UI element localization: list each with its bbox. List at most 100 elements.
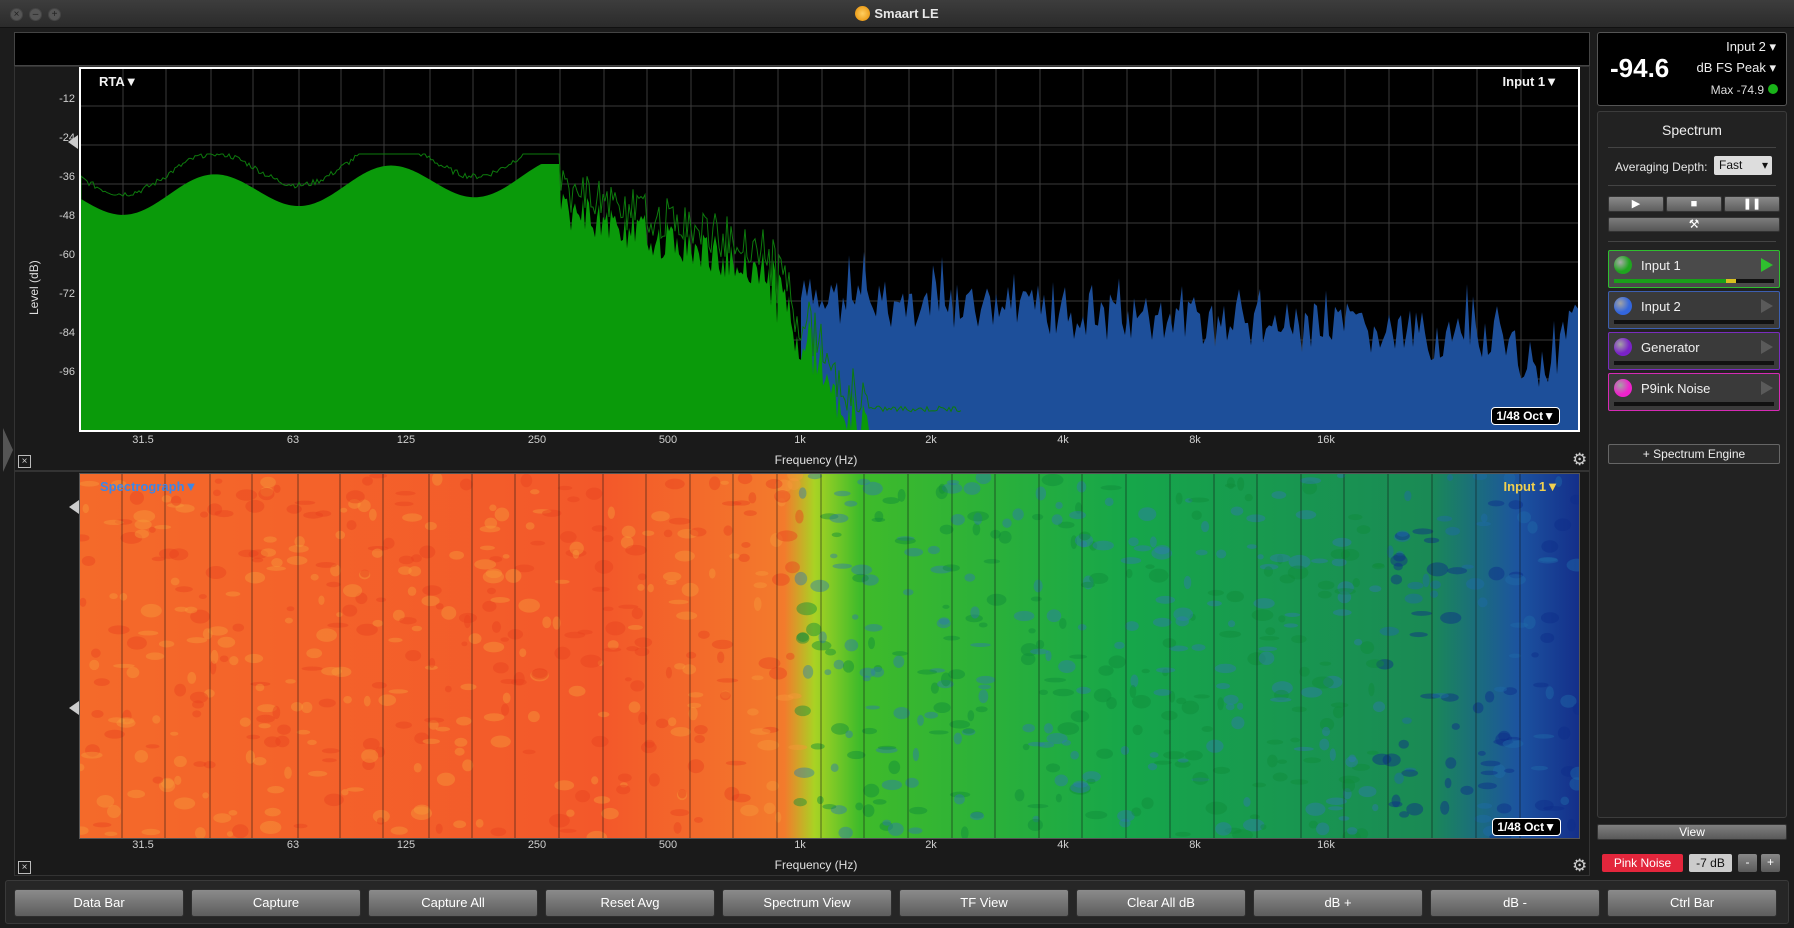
heatmap-texture bbox=[154, 524, 172, 530]
heatmap-texture bbox=[301, 666, 323, 671]
heatmap-texture bbox=[1022, 723, 1035, 733]
view-button[interactable]: View bbox=[1597, 824, 1787, 840]
heatmap-texture bbox=[170, 495, 182, 506]
averaging-select[interactable]: Fast ▾ bbox=[1714, 156, 1772, 175]
rta-plot-area[interactable]: RTA▼ Input 1▼ 1/48 Oct▼ bbox=[79, 67, 1580, 432]
meter-input-select[interactable]: Input 2 ▾ bbox=[1726, 39, 1776, 55]
spectrograph-upper-marker[interactable] bbox=[69, 500, 79, 514]
heatmap-texture bbox=[1283, 623, 1299, 628]
heatmap-texture bbox=[1346, 827, 1358, 835]
pause-button[interactable]: ❚❚ bbox=[1724, 196, 1780, 212]
heatmap-texture bbox=[1407, 581, 1424, 590]
bottom-data-bar-button[interactable]: Data Bar bbox=[14, 889, 184, 917]
heatmap-texture bbox=[677, 789, 687, 799]
heatmap-texture bbox=[1277, 759, 1288, 764]
spectrograph-plot-area[interactable]: Spectrograph▼ Input 1▼ 1/48 Oct▼ bbox=[79, 473, 1580, 839]
heatmap-texture bbox=[388, 689, 409, 694]
bottom-db-button[interactable]: dB + bbox=[1253, 889, 1423, 917]
heatmap-texture bbox=[852, 614, 859, 620]
play-button[interactable]: ▶ bbox=[1608, 196, 1664, 212]
heatmap-texture bbox=[1188, 497, 1210, 503]
spectrum-engine-generator[interactable]: Generator bbox=[1608, 332, 1780, 370]
heatmap-texture bbox=[621, 525, 636, 538]
heatmap-texture bbox=[371, 548, 384, 558]
heatmap-texture bbox=[711, 639, 734, 650]
heatmap-texture bbox=[793, 767, 815, 778]
engine-name: Input 2 bbox=[1641, 299, 1681, 314]
gear-icon[interactable]: ⚙ bbox=[1572, 856, 1587, 876]
heatmap-texture bbox=[1530, 765, 1548, 771]
bottom-reset-avg-button[interactable]: Reset Avg bbox=[545, 889, 715, 917]
spectrum-engine-input-1[interactable]: Input 1 bbox=[1608, 250, 1780, 288]
rta-resolution-selector[interactable]: 1/48 Oct▼ bbox=[1491, 407, 1560, 425]
heatmap-texture bbox=[624, 677, 632, 682]
heatmap-texture bbox=[483, 641, 505, 653]
heatmap-texture bbox=[1183, 575, 1192, 590]
heatmap-texture bbox=[905, 777, 919, 788]
heatmap-texture bbox=[80, 480, 100, 487]
gear-icon[interactable]: ⚙ bbox=[1572, 450, 1587, 470]
close-pane-icon[interactable]: × bbox=[18, 455, 31, 468]
heatmap-texture bbox=[173, 755, 187, 768]
heatmap-texture bbox=[708, 568, 716, 579]
add-spectrum-engine-button[interactable]: + Spectrum Engine bbox=[1608, 444, 1780, 464]
heatmap-texture bbox=[372, 619, 384, 627]
heatmap-texture bbox=[950, 513, 965, 526]
bottom-spectrum-view-button[interactable]: Spectrum View bbox=[722, 889, 892, 917]
bottom-capture-all-button[interactable]: Capture All bbox=[368, 889, 538, 917]
heatmap-texture bbox=[694, 734, 705, 744]
rta-level-marker[interactable] bbox=[68, 135, 78, 149]
heatmap-texture bbox=[665, 579, 677, 585]
heatmap-texture bbox=[559, 828, 577, 833]
engine-run-icon[interactable] bbox=[1761, 258, 1773, 272]
heatmap-texture bbox=[748, 492, 757, 504]
engine-run-icon[interactable] bbox=[1761, 299, 1773, 313]
bottom-capture-button[interactable]: Capture bbox=[191, 889, 361, 917]
bottom-db-button[interactable]: dB - bbox=[1430, 889, 1600, 917]
heatmap-texture bbox=[152, 776, 164, 784]
gain-plus-button[interactable]: + bbox=[1761, 854, 1780, 872]
spectrum-engine-input-2[interactable]: Input 2 bbox=[1608, 291, 1780, 329]
rta-mode-selector[interactable]: RTA▼ bbox=[99, 74, 138, 89]
heatmap-texture bbox=[453, 820, 467, 829]
heatmap-texture bbox=[1353, 638, 1363, 646]
heatmap-texture bbox=[1061, 739, 1071, 746]
heatmap-texture bbox=[490, 597, 510, 603]
pause-icon: ❚❚ bbox=[1742, 198, 1762, 210]
spectrograph-mode-selector[interactable]: Spectrograph▼ bbox=[100, 479, 197, 494]
heatmap-texture bbox=[963, 482, 981, 495]
heatmap-texture bbox=[1445, 526, 1461, 536]
heatmap-texture bbox=[1152, 617, 1172, 627]
expand-left-arrow-icon[interactable] bbox=[3, 428, 13, 472]
heatmap-texture bbox=[113, 663, 135, 668]
gain-minus-button[interactable]: - bbox=[1738, 854, 1757, 872]
heatmap-texture bbox=[145, 744, 160, 749]
engine-run-icon[interactable] bbox=[1761, 340, 1773, 354]
heatmap-texture bbox=[413, 804, 431, 815]
heatmap-texture bbox=[454, 747, 465, 756]
spectrograph-resolution-selector[interactable]: 1/48 Oct▼ bbox=[1492, 818, 1561, 836]
rta-input-selector[interactable]: Input 1▼ bbox=[1503, 74, 1558, 89]
spectrograph-lower-marker[interactable] bbox=[69, 701, 79, 715]
heatmap-texture bbox=[1540, 612, 1560, 624]
bottom-tf-view-button[interactable]: TF View bbox=[899, 889, 1069, 917]
stop-button[interactable]: ■ bbox=[1666, 196, 1722, 212]
engine-run-icon[interactable] bbox=[1761, 381, 1773, 395]
spectrum-engine-p9ink-noise[interactable]: P9ink Noise bbox=[1608, 373, 1780, 411]
heatmap-texture bbox=[193, 761, 207, 767]
bottom-clear-all-db-button[interactable]: Clear All dB bbox=[1076, 889, 1246, 917]
heatmap-texture bbox=[1079, 540, 1088, 548]
pink-noise-button[interactable]: Pink Noise bbox=[1602, 854, 1683, 872]
close-pane-icon[interactable]: × bbox=[18, 861, 31, 874]
heatmap-texture bbox=[1058, 660, 1076, 674]
heatmap-texture bbox=[260, 548, 277, 557]
generator-gain[interactable]: -7 dB bbox=[1689, 854, 1732, 872]
meter-unit-select[interactable]: dB FS Peak ▾ bbox=[1696, 60, 1776, 76]
heatmap-texture bbox=[1212, 766, 1231, 775]
bottom-ctrl-bar-button[interactable]: Ctrl Bar bbox=[1607, 889, 1777, 917]
heatmap-texture bbox=[331, 666, 352, 677]
config-button[interactable]: ⚒ bbox=[1608, 217, 1780, 232]
engine-name: Input 1 bbox=[1641, 258, 1681, 273]
spectrograph-input-selector[interactable]: Input 1▼ bbox=[1504, 479, 1559, 494]
heatmap-texture bbox=[1149, 751, 1159, 758]
